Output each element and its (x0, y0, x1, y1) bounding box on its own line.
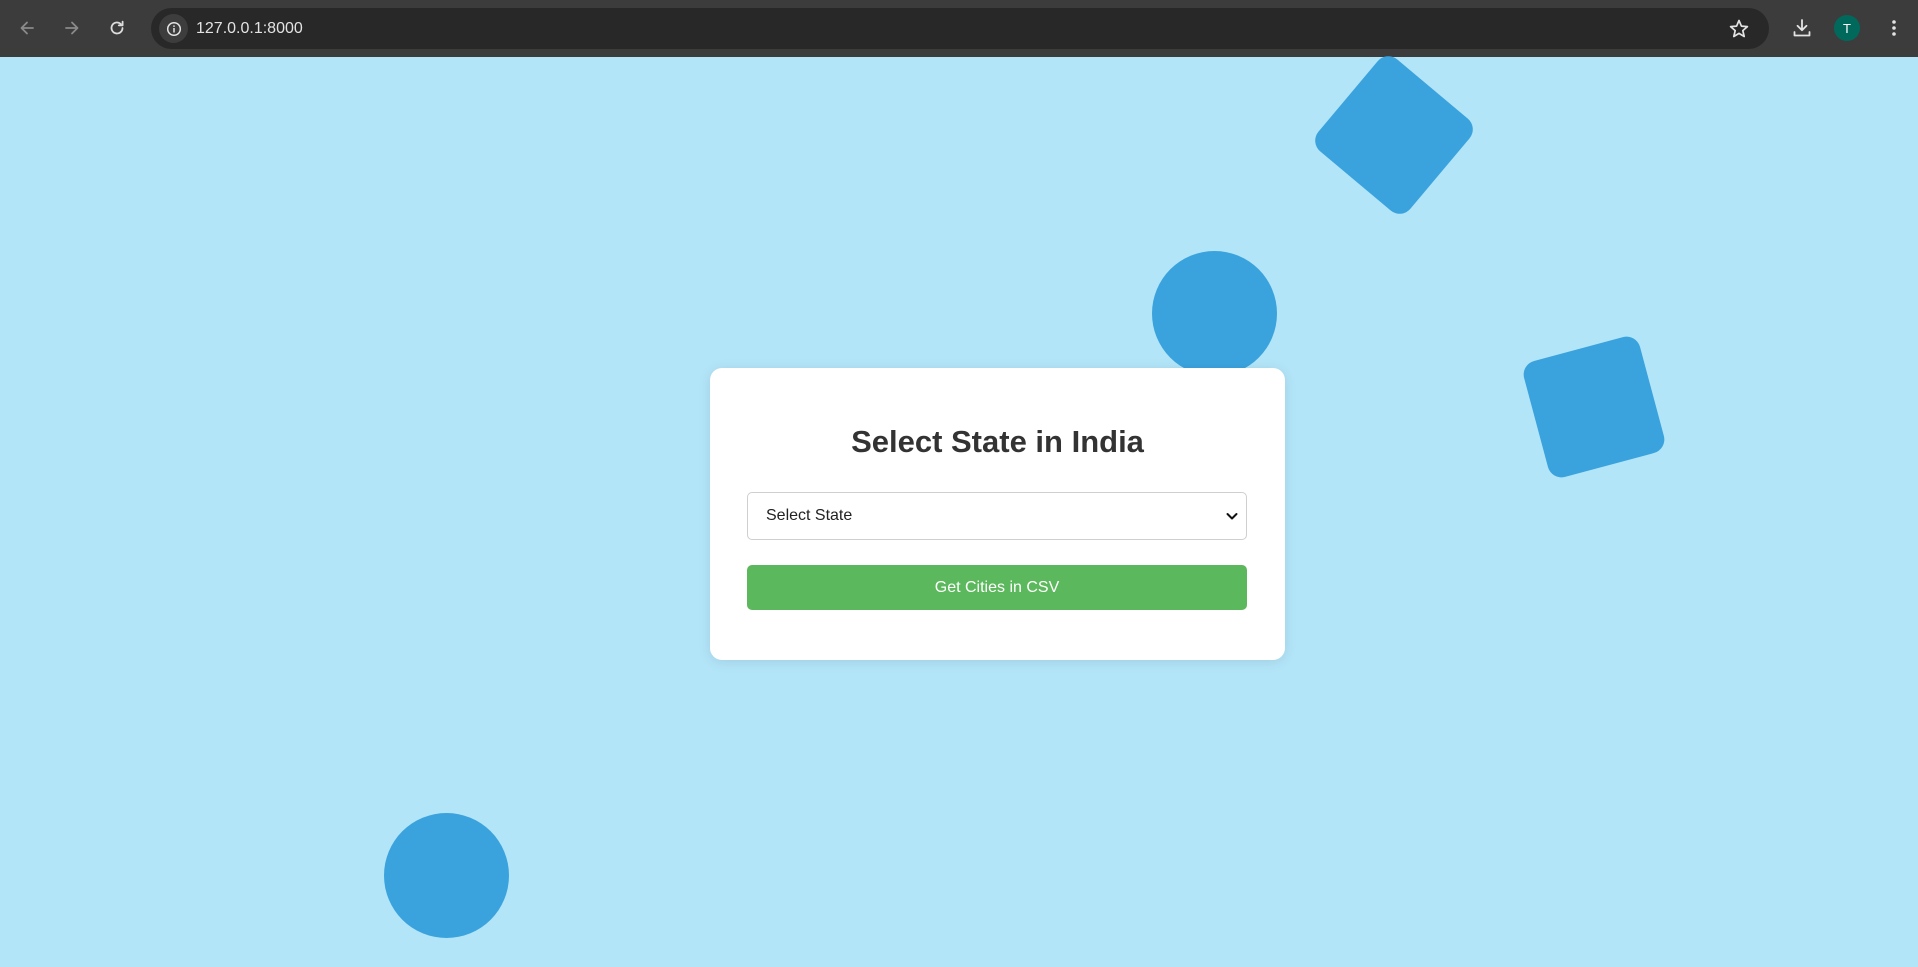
back-arrow-icon (20, 21, 34, 35)
chevron-down-icon (1226, 513, 1238, 520)
decorative-square-right (1520, 333, 1668, 481)
reload-icon (110, 20, 124, 35)
page-title: Select State in India (851, 424, 1144, 459)
browser-toolbar: 127.0.0.1:8000 T (0, 0, 1918, 57)
get-cities-csv-button[interactable]: Get Cities in CSV (747, 565, 1247, 610)
address-bar[interactable]: 127.0.0.1:8000 (151, 8, 1769, 49)
kebab-menu-icon (1892, 20, 1896, 36)
downloads-button[interactable] (1786, 12, 1818, 44)
state-selector-card: Select State in India Select State Get C… (710, 368, 1285, 660)
reload-button[interactable] (101, 12, 133, 44)
browser-menu-button[interactable] (1878, 12, 1910, 44)
forward-button[interactable] (56, 12, 88, 44)
state-select-value: Select State (766, 507, 853, 524)
forward-arrow-icon (65, 21, 79, 35)
url-text[interactable]: 127.0.0.1:8000 (196, 8, 303, 49)
info-icon (166, 21, 181, 36)
site-info-button[interactable] (159, 14, 188, 43)
star-icon (1729, 19, 1749, 38)
back-button[interactable] (11, 12, 43, 44)
profile-avatar[interactable]: T (1834, 15, 1860, 41)
state-select[interactable]: Select State (747, 492, 1247, 540)
decorative-square-top (1309, 50, 1479, 220)
download-icon (1793, 19, 1811, 37)
bookmark-button[interactable] (1727, 17, 1751, 41)
decorative-circle-top (1152, 251, 1277, 376)
decorative-circle-bottom (384, 813, 509, 938)
